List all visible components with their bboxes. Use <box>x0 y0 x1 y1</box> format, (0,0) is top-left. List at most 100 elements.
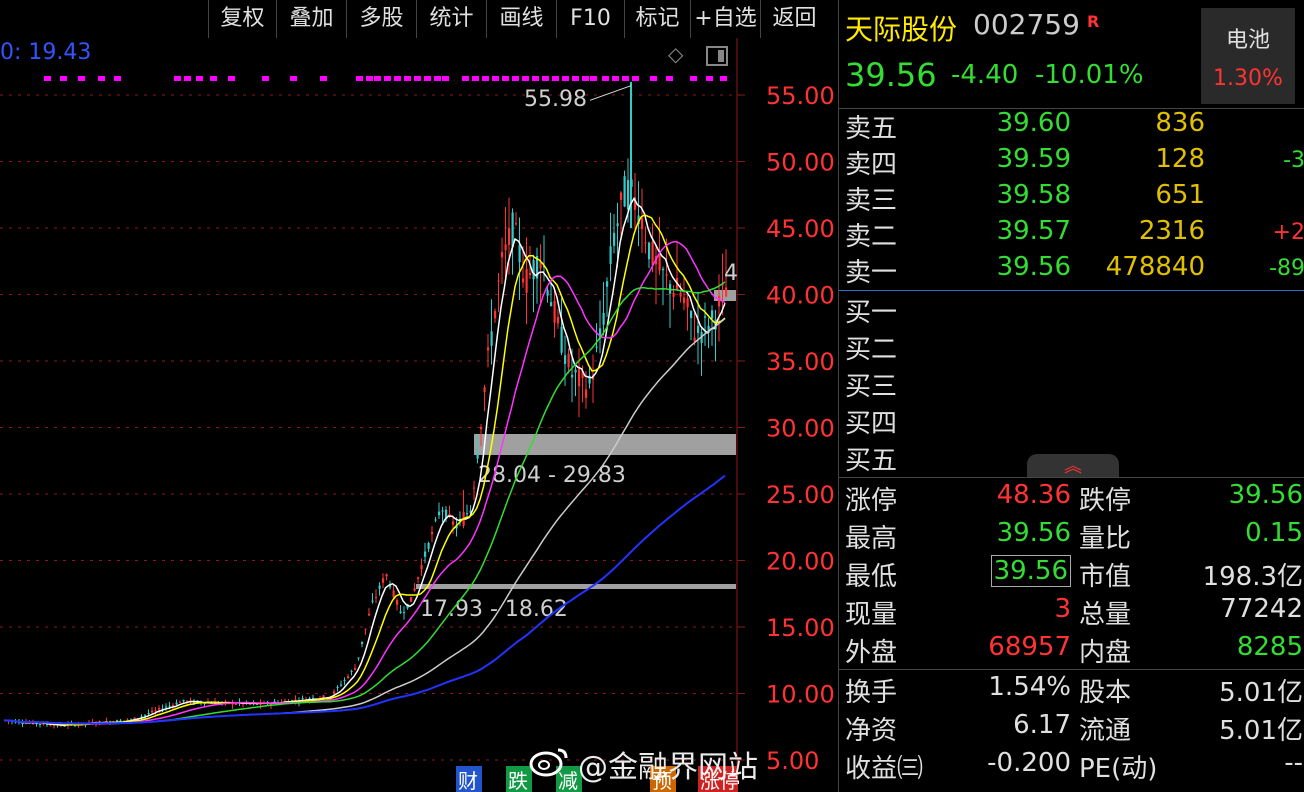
buy-level-label: 买四 <box>845 409 898 439</box>
multi-stock-button[interactable]: 多股 <box>346 0 416 38</box>
ma-line <box>3 317 726 725</box>
candle-body <box>560 326 563 353</box>
candle-body <box>473 487 476 489</box>
collapse-orderbook-button[interactable]: ︽ <box>1027 454 1119 478</box>
candle-body <box>417 577 420 579</box>
stock-code: 002759 <box>973 8 1080 41</box>
stat-label: 涨停 <box>845 486 898 516</box>
event-badge-label: 跌 <box>508 769 528 792</box>
stat-label: 最低 <box>845 562 898 592</box>
stat-row: 涨停 48.36 跌停 39.56 <box>839 480 1304 518</box>
stat-value: -0.200 <box>987 748 1071 778</box>
fuquan-button[interactable]: 复权 <box>208 0 276 38</box>
candle-body <box>413 588 416 591</box>
signal-dot <box>690 76 697 81</box>
signal-dot <box>522 76 529 81</box>
signal-dot <box>666 76 673 81</box>
sell-row[interactable]: 卖五 39.60 836 <box>839 108 1304 144</box>
signal-dot <box>552 76 559 81</box>
candle-body <box>427 542 430 549</box>
ma-line <box>3 281 726 725</box>
price-zone-band <box>416 584 736 589</box>
candle-body <box>595 346 598 348</box>
f10-button[interactable]: F10 <box>556 0 624 38</box>
candle-body <box>529 272 532 276</box>
candle-body <box>564 355 567 364</box>
candle-body <box>375 596 378 598</box>
signal-dot <box>374 76 381 81</box>
signal-dot <box>582 76 589 81</box>
buy-row[interactable]: 买四 <box>839 403 1304 439</box>
candle-body <box>158 707 161 710</box>
sector-box[interactable]: 电池 1.30% <box>1201 8 1295 104</box>
buy-level-label: 买三 <box>845 372 898 402</box>
candle-body <box>154 710 157 712</box>
buy-row[interactable]: 买三 <box>839 366 1304 402</box>
overlay-button[interactable]: 叠加 <box>276 0 346 38</box>
sell-volume-change: -89 <box>1269 256 1304 281</box>
sell-level-label: 卖四 <box>845 150 898 180</box>
back-button[interactable]: 返回 <box>760 0 828 38</box>
candle-body <box>364 628 367 630</box>
diamond-icon[interactable]: ◇ <box>668 44 688 64</box>
signal-dot <box>78 76 85 81</box>
candle-body <box>606 281 609 287</box>
candle-body <box>546 290 549 296</box>
signal-dot <box>502 76 509 81</box>
candle-body <box>665 274 668 276</box>
candle-body <box>690 311 693 319</box>
signal-dot <box>114 76 121 81</box>
candle-body <box>487 347 490 351</box>
mark-button[interactable]: 标记 <box>624 0 690 38</box>
kline-svg[interactable]: 55.0050.0045.0040.0035.0030.0025.0020.00… <box>0 0 838 792</box>
candle-body <box>578 368 581 387</box>
candle-body <box>525 269 528 293</box>
kline-chart[interactable]: 55.00 50.00 45.00 40.00 35.00 30.00 25.00 20.00… <box>0 0 838 792</box>
candle-body <box>434 519 437 521</box>
sell-price: 39.56 <box>996 252 1071 282</box>
candle-body <box>508 228 511 245</box>
signal-dot <box>622 76 629 81</box>
candle-body <box>438 511 441 516</box>
candle-body <box>718 295 721 307</box>
candle-body <box>644 242 647 244</box>
sell-row[interactable]: 卖二 39.57 2316 +2 <box>839 216 1304 252</box>
draw-line-button[interactable]: 画线 <box>486 0 556 38</box>
candle-body <box>522 278 525 283</box>
sell-volume: 128 <box>1155 144 1205 174</box>
candle-body <box>49 725 52 727</box>
sell-row[interactable]: 卖一 39.56 478840 -89 <box>839 252 1304 288</box>
candle-body <box>683 297 686 304</box>
sell-row[interactable]: 卖三 39.58 651 <box>839 180 1304 216</box>
stock-name: 天际股份 <box>845 13 958 46</box>
quote-panel: 天际股份 002759 R 39.56 -4.40 -10.01% 电池 1.3… <box>838 0 1304 792</box>
stat-label: 现量 <box>845 600 898 630</box>
y-tick-label: 25.00 <box>766 481 835 509</box>
signal-dot <box>404 76 411 81</box>
candle-body <box>368 613 371 616</box>
buy-row[interactable]: 买一 <box>839 292 1304 328</box>
buy-level-label: 买二 <box>845 335 898 365</box>
y-tick-label: 45.00 <box>766 215 835 243</box>
signal-dot <box>384 76 391 81</box>
candle-body <box>658 253 661 271</box>
add-watchlist-button[interactable]: +自选 <box>690 0 760 38</box>
candle-body <box>571 374 574 378</box>
candle-body <box>424 551 427 557</box>
candle-body <box>648 242 651 260</box>
orderbook-divider <box>839 290 1304 291</box>
sell-volume-change: -3 <box>1283 148 1304 173</box>
buy-row[interactable]: 买二 <box>839 329 1304 365</box>
stat-value: 77242 <box>1220 594 1303 624</box>
sell-row[interactable]: 卖四 39.59 128 -3 <box>839 144 1304 180</box>
panel-toggle-icon[interactable] <box>706 46 728 66</box>
statistics-button[interactable]: 统计 <box>416 0 486 38</box>
buy-level-label: 买五 <box>845 446 898 476</box>
candle-body <box>441 510 444 512</box>
sell-volume-change: +2 <box>1272 220 1304 245</box>
signal-dot <box>424 76 431 81</box>
sell-level-label: 卖五 <box>845 114 898 144</box>
stat-value: 198.3亿 <box>1202 562 1303 592</box>
stat-value: 5.01亿 <box>1219 678 1303 708</box>
stat-value: 39.56 <box>1228 480 1303 510</box>
